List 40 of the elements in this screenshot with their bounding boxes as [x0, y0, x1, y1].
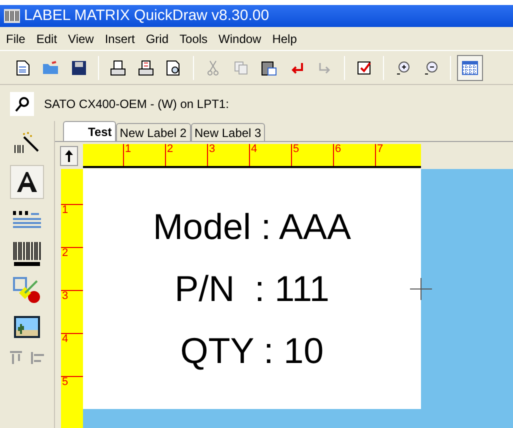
ruler-number: 2: [61, 248, 68, 261]
menu-item[interactable]: Help: [270, 30, 299, 48]
text-block-icon[interactable]: [12, 209, 42, 231]
ruler-number: 1: [124, 144, 132, 157]
ruler-number: 2: [166, 144, 174, 157]
label-text: QTY : 10: [180, 329, 324, 373]
menu-item[interactable]: View: [66, 30, 96, 48]
menu-item[interactable]: Insert: [102, 30, 137, 48]
label-text: P/N : 111: [174, 267, 330, 311]
ruler-number: 5: [61, 377, 68, 390]
shapes-icon[interactable]: [13, 277, 41, 305]
menu-item[interactable]: Tools: [178, 30, 210, 48]
printer-setup-icon[interactable]: [10, 92, 34, 116]
image-icon[interactable]: [13, 315, 41, 339]
label-tab[interactable]: New Label 3: [190, 123, 266, 141]
ruler-number: 1: [61, 205, 68, 218]
ruler-number: 7: [376, 144, 384, 157]
menu-item[interactable]: File: [4, 30, 28, 48]
ruler-number: 4: [61, 334, 68, 347]
magic-wand-icon[interactable]: [14, 131, 40, 155]
barcode-icon: [4, 9, 20, 23]
printer-name: SATO CX400-OEM - (W) on LPT1:: [44, 96, 229, 113]
window-title: LABEL MATRIX QuickDraw v8.30.00: [24, 6, 270, 26]
grid-icon[interactable]: [457, 54, 483, 80]
crosshair-icon: [410, 278, 432, 300]
up-arrow-button[interactable]: [60, 146, 78, 166]
text-tool-icon[interactable]: [10, 165, 44, 199]
menu-item[interactable]: Grid: [144, 30, 171, 48]
barcode-icon[interactable]: [12, 241, 42, 267]
ruler-number: 3: [61, 291, 68, 304]
label-tab[interactable]: Test: [63, 121, 116, 141]
ruler-number: 6: [334, 144, 342, 157]
menu-item[interactable]: Edit: [34, 30, 60, 48]
label-text: Model : AAA: [152, 205, 352, 249]
menu-item[interactable]: Window: [216, 30, 264, 48]
ruler-number: 3: [208, 144, 216, 157]
ruler-number: 4: [250, 144, 258, 157]
up-arrow-icon: [65, 150, 73, 162]
ruler-number: 5: [292, 144, 300, 157]
label-tab[interactable]: New Label 2: [116, 123, 191, 141]
